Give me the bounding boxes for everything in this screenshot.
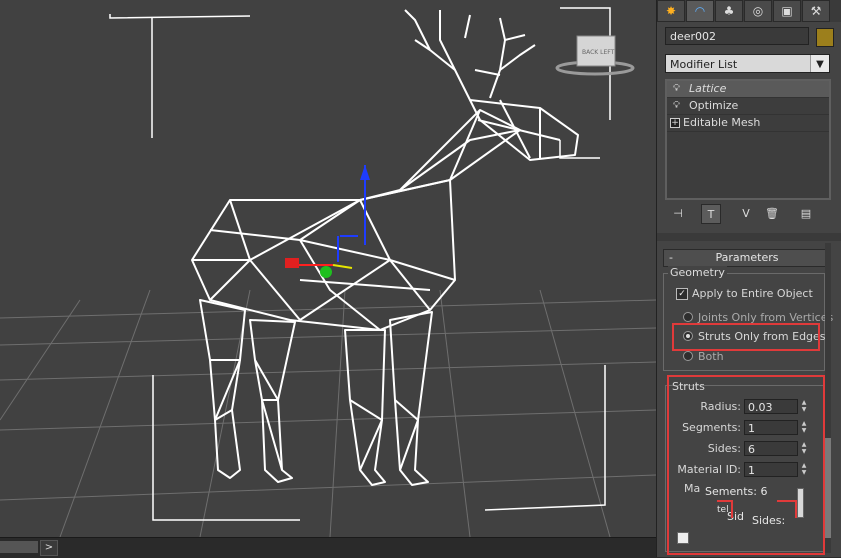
material-id-spinner[interactable]: ▲ ▼ <box>800 462 808 477</box>
sides-spinner[interactable]: ▲ ▼ <box>800 441 808 456</box>
geometry-group-title: Geometry <box>668 266 727 279</box>
stack-item-label: Lattice <box>689 82 727 95</box>
command-panel-tabs: ✸ ◠ ♣ ◎ ▣ ⚒ <box>657 0 841 22</box>
apply-entire-object-checkbox[interactable]: ✓ <box>676 288 688 300</box>
sides-input[interactable]: 6 <box>744 441 798 456</box>
material-id-label: Material ID: <box>677 463 741 476</box>
object-color-swatch[interactable] <box>816 28 834 47</box>
stack-item-optimize[interactable]: 💡︎ Optimize <box>667 98 829 115</box>
lightbulb-icon[interactable]: 💡︎ <box>673 98 680 114</box>
sides-label: Sides: <box>707 442 741 455</box>
configure-icon: ▤ <box>800 206 812 220</box>
stack-toolbar: ⊣ T V 🗑︎ ▤ <box>665 202 833 224</box>
apply-entire-object-label: Apply to Entire Object <box>692 287 813 300</box>
viewcube[interactable]: BACK LEFT <box>555 35 635 76</box>
pin-stack-button[interactable]: ⊣ <box>669 204 687 222</box>
radius-spinner[interactable]: ▲ ▼ <box>800 399 808 414</box>
perspective-viewport[interactable]: BACK LEFT <box>0 0 656 537</box>
motion-tab[interactable]: ◎ <box>744 0 772 22</box>
make-unique-button[interactable]: V <box>737 204 755 222</box>
ground-grid <box>0 289 656 537</box>
object-name-field[interactable]: deer002 <box>665 27 809 45</box>
ghost-checkbox <box>677 532 689 544</box>
time-slider-track[interactable] <box>0 541 38 553</box>
modify-icon: ◠ <box>694 4 706 18</box>
parameters-rollout-header[interactable]: - Parameters <box>663 249 831 267</box>
drag-ghost-segments: Sements: 6 <box>705 485 768 498</box>
hierarchy-tab[interactable]: ♣ <box>715 0 743 22</box>
segments-spinner[interactable]: ▲ ▼ <box>800 420 808 435</box>
make-unique-icon: V <box>742 206 750 220</box>
modifier-stack: 💡︎ Lattice 💡︎ Optimize + Editable Mesh <box>665 79 831 200</box>
segments-input[interactable]: 1 <box>744 420 798 435</box>
stack-item-editable-mesh[interactable]: + Editable Mesh <box>667 115 829 132</box>
modifier-list-label: Modifier List <box>670 58 738 71</box>
display-tab[interactable]: ▣ <box>773 0 801 22</box>
stack-item-label: Optimize <box>689 99 739 112</box>
create-tab[interactable]: ✸ <box>657 0 685 22</box>
both-radio[interactable] <box>683 351 693 361</box>
motion-icon: ◎ <box>752 4 764 18</box>
struts-highlight-box <box>672 323 820 351</box>
material-id-input[interactable]: 1 <box>744 462 798 477</box>
joints-only-radio[interactable] <box>683 312 693 322</box>
rollout-title: Parameters <box>715 251 779 264</box>
radius-label: Radius: <box>700 400 741 413</box>
trash-icon: 🗑︎ <box>765 206 779 220</box>
show-end-result-button[interactable]: T <box>701 204 721 224</box>
remove-modifier-button[interactable]: 🗑︎ <box>763 204 781 222</box>
modify-tab[interactable]: ◠ <box>686 0 714 22</box>
panel-scrollbar[interactable] <box>825 243 831 553</box>
next-frame-button[interactable]: > <box>40 540 58 556</box>
chevron-down-icon: ▼ <box>810 55 829 72</box>
ghost-scroll-sliver <box>797 488 804 518</box>
pin-icon: ⊣ <box>673 206 683 220</box>
modifier-list-dropdown[interactable]: Modifier List ▼ <box>665 54 830 73</box>
time-slider-bar[interactable]: > <box>0 537 656 558</box>
configure-sets-button[interactable]: ▤ <box>797 204 815 222</box>
rollout-divider <box>657 233 841 241</box>
expand-plus-icon[interactable]: + <box>670 118 680 128</box>
lightbulb-icon[interactable]: 💡︎ <box>673 81 680 97</box>
stack-item-label: Editable Mesh <box>683 116 761 129</box>
hierarchy-icon: ♣ <box>723 4 735 18</box>
bounding-box <box>109 7 611 521</box>
both-label: Both <box>698 350 724 363</box>
ghost-red-marker-right <box>777 500 797 518</box>
command-panel: ✸ ◠ ♣ ◎ ▣ ⚒ deer002 Modifier List ▼ 💡︎ L… <box>656 0 841 557</box>
utilities-tab[interactable]: ⚒ <box>802 0 830 22</box>
truncated-label: Ma <box>684 482 701 495</box>
radius-input[interactable]: 0.03 <box>744 399 798 414</box>
end-result-icon: T <box>707 207 715 221</box>
display-icon: ▣ <box>781 4 793 18</box>
collapse-icon: - <box>669 251 673 264</box>
utilities-icon: ⚒ <box>810 4 822 18</box>
segments-label: Segments: <box>682 421 741 434</box>
stack-item-lattice[interactable]: 💡︎ Lattice <box>667 81 829 98</box>
panel-scrollbar-thumb[interactable] <box>825 438 831 538</box>
svg-text:BACK LEFT: BACK LEFT <box>582 49 615 56</box>
ghost-red-marker-left <box>717 500 733 518</box>
create-icon: ✸ <box>665 4 677 18</box>
viewport-canvas: BACK LEFT <box>0 7 656 537</box>
